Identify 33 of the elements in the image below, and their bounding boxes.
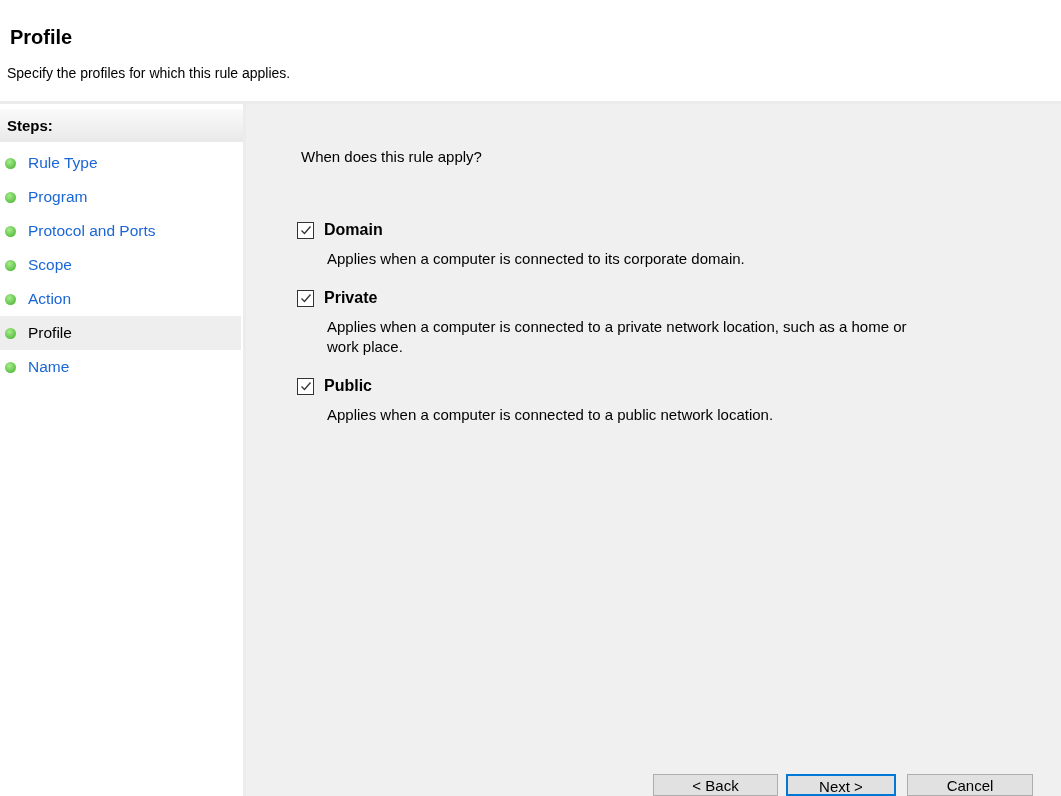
- step-item[interactable]: Scope: [0, 248, 241, 282]
- checkbox-label[interactable]: Public: [324, 377, 372, 395]
- page-subtitle: Specify the profiles for which this rule applies.: [7, 65, 292, 81]
- page-title: Profile: [10, 26, 74, 49]
- dialog-button[interactable]: Cancel: [907, 774, 1033, 796]
- status-dot-icon: [5, 327, 16, 339]
- profile-description: Applies when a computer is connected to a private network location, such as a home or work place.: [327, 317, 908, 357]
- question-text: When does this rule apply?: [301, 148, 483, 165]
- checkbox-label[interactable]: Domain: [324, 221, 383, 239]
- checkbox[interactable]: [297, 221, 314, 239]
- step-item[interactable]: Action: [0, 282, 241, 316]
- status-dot-icon: [5, 157, 16, 169]
- checkmark-icon: [298, 379, 313, 393]
- dialog-button[interactable]: Next >: [786, 774, 896, 796]
- step-item[interactable]: Protocol and Ports: [0, 214, 241, 248]
- status-dot-icon: [5, 225, 16, 237]
- step-item[interactable]: Rule Type: [0, 146, 241, 180]
- checkbox[interactable]: [297, 289, 314, 307]
- status-dot-icon: [5, 293, 16, 305]
- checkmark-icon: [298, 291, 313, 305]
- checkmark-icon: [298, 223, 313, 237]
- profile-description: Applies when a computer is connected to a public network location.: [327, 405, 775, 425]
- checkbox-label[interactable]: Private: [324, 289, 378, 307]
- status-dot-icon: [5, 191, 16, 203]
- step-item[interactable]: Profile: [0, 316, 241, 350]
- dialog-button[interactable]: < Back: [653, 774, 778, 796]
- step-item[interactable]: Name: [0, 350, 241, 384]
- status-dot-icon: [5, 361, 16, 373]
- checkbox[interactable]: [297, 377, 314, 395]
- status-dot-icon: [5, 259, 16, 271]
- steps-heading: Steps:: [0, 109, 243, 142]
- step-item[interactable]: Program: [0, 180, 241, 214]
- profile-description: Applies when a computer is connected to its corporate domain.: [327, 249, 746, 269]
